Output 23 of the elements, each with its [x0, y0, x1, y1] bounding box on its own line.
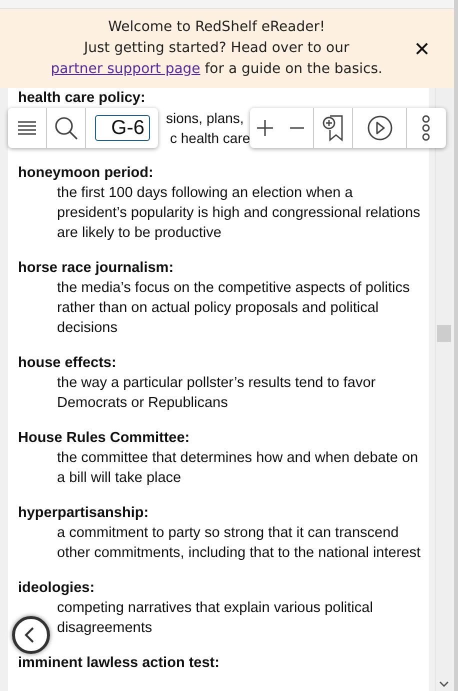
definition-fragment: c health care	[170, 130, 250, 146]
glossary-definition: the first 100 days following an election when a president’s popularity is high and congressional relations are likely to be productive	[56, 184, 422, 243]
page-field[interactable]: G-6	[94, 115, 150, 141]
glossary-term: house effects:	[18, 355, 116, 371]
banner-title: Welcome to RedShelf eReader!	[107, 18, 326, 37]
glossary-term: honeymoon period:	[18, 165, 154, 181]
glossary-term: horse race journalism:	[18, 260, 174, 276]
glossary-term: hyperpartisanship:	[18, 505, 149, 521]
glossary-term: health care policy:	[18, 89, 146, 108]
glossary-definition: the media’s focus on the competitive aspects of politics rather than on actual policy proposals and political decisions	[56, 279, 411, 338]
glossary-definition: the committee that determines how and when debate on a bill will take place	[56, 449, 420, 488]
definition-fragment: sions, plans,	[166, 110, 244, 126]
scroll-thumb[interactable]	[437, 325, 451, 342]
glossary-definition: the way a particular pollster’s results tend to favor Democrats or Republicans	[56, 374, 377, 413]
glossary-definition: a commitment to party so strong that it can transcend other commitments, including that to the national interest	[56, 524, 422, 563]
support-link[interactable]: partner support page	[50, 61, 200, 77]
banner-message: Just getting started? Head over to our partner support page for a guide on the basics.	[50, 39, 384, 79]
glossary-definition: competing narratives that explain various political disagreements	[56, 599, 374, 638]
close-button[interactable]: ✕	[410, 36, 434, 60]
scroll-down-icon[interactable]	[439, 681, 449, 687]
glossary-term: House Rules Committee:	[18, 430, 190, 446]
glossary-term: ideologies:	[18, 580, 95, 596]
glossary-term: imminent lawless action test:	[18, 655, 220, 671]
